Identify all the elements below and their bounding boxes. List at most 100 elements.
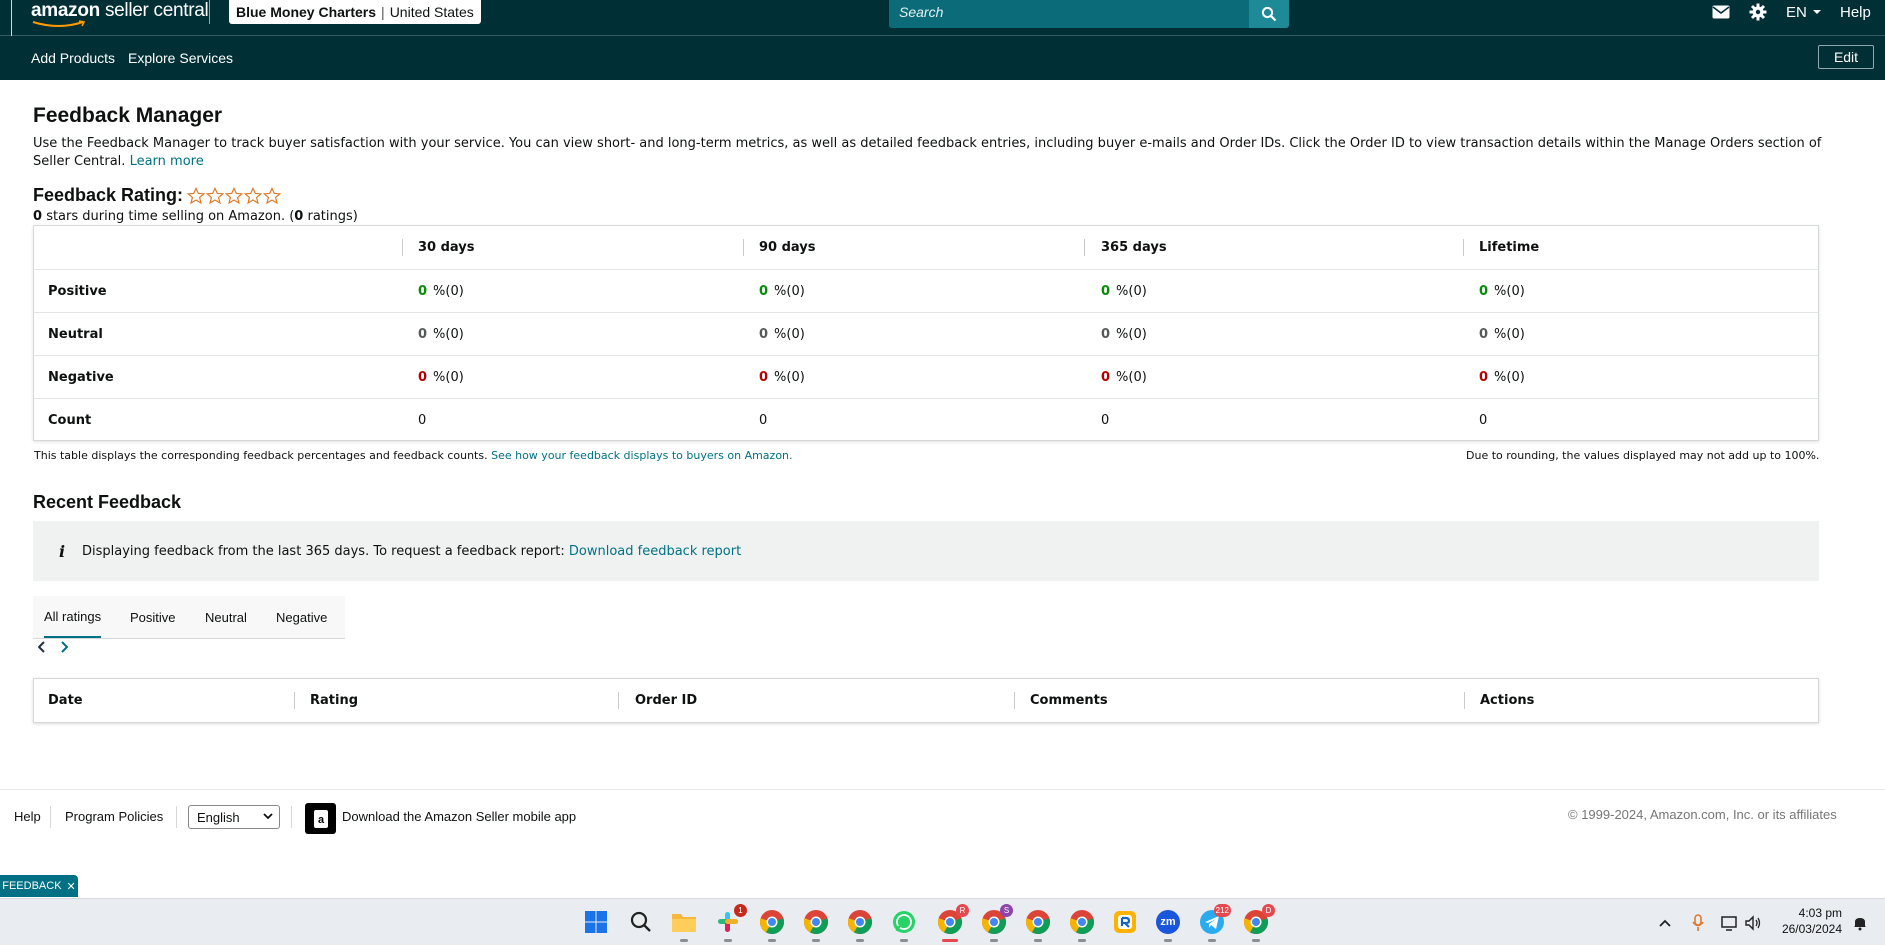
feedback-display-link[interactable]: See how your feedback displays to buyers…: [491, 449, 792, 462]
intro-text: Use the Feedback Manager to track buyer …: [33, 136, 1822, 169]
rocket-app-icon[interactable]: [1111, 908, 1139, 936]
table-cell: 0 %(0): [759, 356, 805, 399]
row-label: Neutral: [48, 327, 103, 342]
help-link[interactable]: Help: [1840, 0, 1871, 24]
feedback-widget-tab[interactable]: FEEDBACK ✕: [0, 875, 78, 897]
nav-add-products[interactable]: Add Products: [31, 50, 115, 66]
copyright: © 1999-2024, Amazon.com, Inc. or its aff…: [1568, 807, 1837, 822]
column-header-order-id: Order ID: [635, 693, 698, 708]
search-button[interactable]: [1249, 0, 1289, 28]
metric-percent: %(0): [1116, 370, 1147, 385]
column-header: 30 days: [418, 240, 475, 255]
star-icon: [206, 186, 225, 204]
rounding-note: Due to rounding, the values displayed ma…: [1466, 449, 1820, 462]
row-label: Count: [48, 413, 92, 428]
footer: Help Program Policies English a Download…: [0, 789, 1885, 899]
table-cell: 0 %(0): [1479, 270, 1525, 313]
mail-button[interactable]: [1712, 0, 1730, 24]
metric-value: 0: [759, 413, 768, 428]
tab-neutral[interactable]: Neutral: [205, 596, 247, 638]
metric-value: 0: [418, 413, 427, 428]
chrome-icon-4[interactable]: [1024, 908, 1052, 936]
chrome-profile-d-icon[interactable]: D: [1242, 904, 1275, 936]
windows-start-icon[interactable]: [582, 908, 610, 936]
network-icon[interactable]: [1721, 899, 1739, 946]
search-input[interactable]: [889, 0, 1249, 23]
slack-icon[interactable]: 1: [714, 904, 747, 936]
volume-icon[interactable]: [1744, 899, 1762, 946]
table-cell: 0 %(0): [759, 270, 805, 313]
info-alert: i Displaying feedback from the last 365 …: [33, 521, 1819, 581]
amazon-smile-icon: [32, 20, 86, 27]
table-cell: 0 %(0): [418, 270, 464, 313]
chevron-right-icon[interactable]: [60, 641, 69, 657]
edit-nav-button[interactable]: Edit: [1818, 45, 1874, 69]
chrome-icon-5[interactable]: [1068, 908, 1096, 936]
metric-percent: %(0): [433, 284, 464, 299]
metric-value: 0: [1479, 413, 1488, 428]
metric-value: 0: [759, 370, 769, 385]
metric-value: 0: [1479, 370, 1489, 385]
svg-text:a: a: [317, 814, 324, 826]
table-cell: 0: [1479, 399, 1487, 442]
amazon-seller-central-logo[interactable]: amazon seller central: [31, 0, 209, 22]
feedback-metrics-table: 30 days 90 days 365 days Lifetime Positi…: [33, 225, 1819, 441]
tab-all-ratings[interactable]: All ratings: [44, 596, 102, 638]
nav-explore-services[interactable]: Explore Services: [128, 50, 233, 66]
chrome-profile-r-icon[interactable]: R: [936, 904, 969, 936]
table-footnote: This table displays the corresponding fe…: [34, 449, 793, 462]
tray-chevron-up-icon[interactable]: [1658, 899, 1672, 946]
star-icon: [187, 186, 206, 204]
close-icon[interactable]: ✕: [67, 880, 76, 893]
chrome-icon-2[interactable]: [802, 908, 830, 936]
metric-value: 0: [418, 370, 428, 385]
metric-percent: %(0): [1116, 327, 1147, 342]
metric-percent: %(0): [774, 284, 805, 299]
chrome-profile-s-icon[interactable]: S: [980, 904, 1013, 936]
language-menu[interactable]: EN: [1786, 0, 1822, 24]
row-label: Positive: [48, 284, 107, 299]
header-divider: [209, 0, 210, 24]
chrome-icon-3[interactable]: [846, 908, 874, 936]
settings-button[interactable]: [1749, 0, 1767, 24]
seller-app-icon[interactable]: a: [305, 803, 336, 834]
table-cell: 0: [759, 399, 767, 442]
row-label: Negative: [48, 370, 114, 385]
table-cell: 0 %(0): [1101, 356, 1147, 399]
download-app-link[interactable]: Download the Amazon Seller mobile app: [342, 809, 576, 824]
table-row-positive: Positive 0 %(0) 0 %(0) 0 %(0) 0 %(0): [34, 269, 1818, 312]
footer-help-link[interactable]: Help: [14, 809, 41, 824]
table-cell: 0: [418, 399, 426, 442]
star-icon: [263, 186, 282, 204]
footer-language-select[interactable]: English: [188, 805, 280, 829]
system-clock[interactable]: 4:03 pm 26/03/2024: [1770, 905, 1842, 937]
download-report-link[interactable]: Download feedback report: [569, 544, 741, 559]
recent-feedback-heading: Recent Feedback: [33, 492, 182, 512]
whatsapp-icon[interactable]: [890, 908, 918, 936]
tab-negative[interactable]: Negative: [276, 596, 327, 638]
learn-more-link[interactable]: Learn more: [130, 154, 204, 169]
chevron-left-icon[interactable]: [37, 641, 46, 657]
microphone-icon[interactable]: [1692, 899, 1704, 946]
metric-percent: %(0): [774, 370, 805, 385]
telegram-icon[interactable]: 212: [1198, 904, 1231, 936]
menu-toggle[interactable]: [0, 0, 12, 36]
zoom-icon[interactable]: zm: [1154, 908, 1182, 936]
metric-percent: %(0): [433, 370, 464, 385]
tab-positive[interactable]: Positive: [130, 596, 176, 638]
search-icon: [1261, 6, 1277, 22]
table-cell: 0 %(0): [1101, 270, 1147, 313]
pagination: [37, 641, 69, 657]
info-icon: i: [59, 541, 66, 561]
chrome-icon-1[interactable]: [758, 908, 786, 936]
table-row-negative: Negative 0 %(0) 0 %(0) 0 %(0) 0 %(0): [34, 355, 1818, 398]
footer-program-policies-link[interactable]: Program Policies: [65, 809, 163, 824]
rating-summary: 0 stars during time selling on Amazon. (…: [33, 209, 358, 224]
notification-bell-icon[interactable]: [1852, 899, 1868, 946]
top-bar: amazon seller central Blue Money Charter…: [0, 0, 1885, 36]
account-switcher[interactable]: Blue Money Charters | United States: [229, 0, 481, 24]
file-explorer-icon[interactable]: [670, 908, 698, 936]
column-header: 365 days: [1101, 240, 1167, 255]
column-header: Lifetime: [1479, 240, 1540, 255]
search-icon[interactable]: [627, 908, 655, 936]
